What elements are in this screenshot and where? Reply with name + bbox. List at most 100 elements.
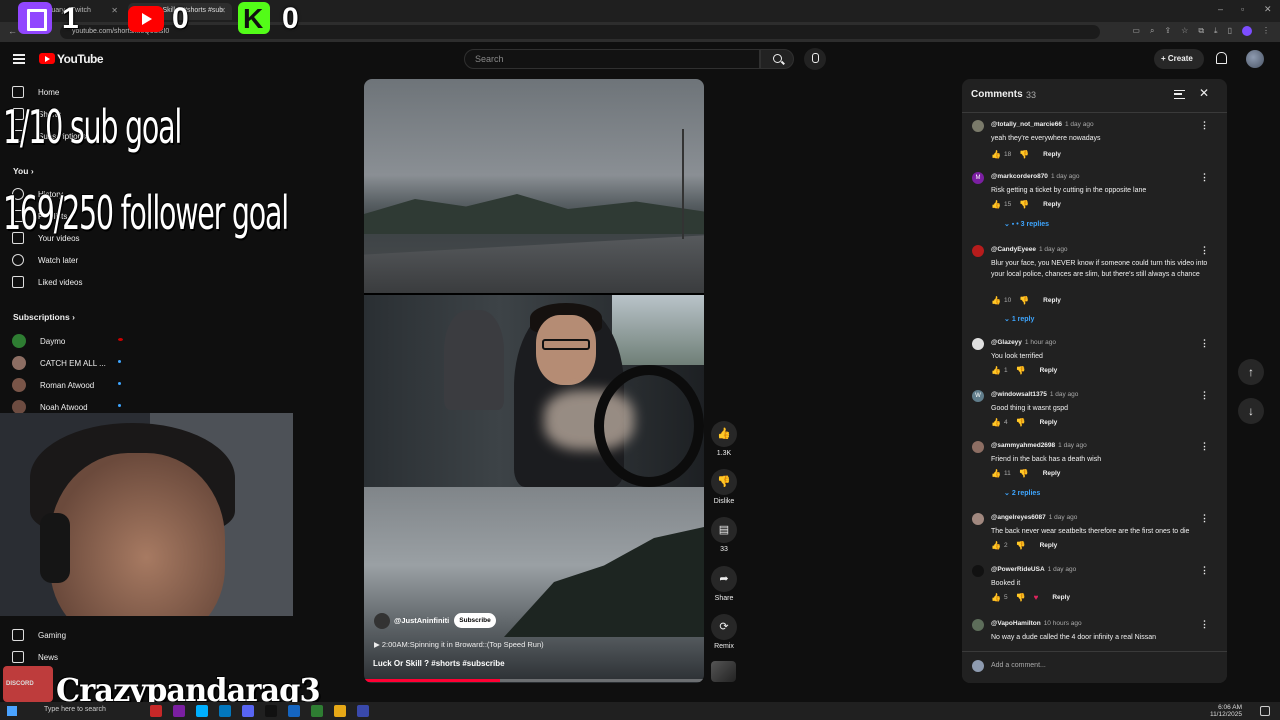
thumbs-up-icon[interactable]: 👍	[991, 593, 1001, 602]
sidebar-subscriptions-heading[interactable]: Subscriptions ›	[13, 312, 75, 322]
thumbs-down-icon[interactable]: 👎	[1019, 200, 1029, 209]
notifications-bell-icon[interactable]	[1216, 52, 1227, 64]
notification-center-icon[interactable]	[1260, 706, 1270, 716]
thumbs-up-icon[interactable]: 👍	[991, 200, 1001, 209]
reply-button[interactable]: Reply	[1040, 419, 1058, 426]
taskbar-app-icon[interactable]	[357, 705, 369, 717]
youtube-logo-text[interactable]: YouTube	[57, 52, 104, 66]
reply-button[interactable]: Reply	[1043, 470, 1061, 477]
avatar[interactable]: M	[972, 172, 984, 184]
close-icon[interactable]: ✕	[111, 6, 118, 15]
comment-author[interactable]: @VapoHamilton 10 hours ago	[991, 620, 1082, 627]
more-options-icon[interactable]: ⋮	[1200, 338, 1209, 349]
taskbar-app-icon[interactable]	[196, 705, 208, 717]
more-options-icon[interactable]: ⋮	[1200, 245, 1209, 256]
view-replies-button[interactable]: ⌄ 2 replies	[1004, 489, 1040, 497]
taskbar-app-icon[interactable]	[242, 705, 254, 717]
comments-button[interactable]: ▤ 33	[706, 517, 742, 553]
sidebar-item-sub[interactable]: Noah Atwood	[12, 400, 126, 414]
sidebar-item-liked-videos[interactable]: Liked videos	[12, 276, 82, 288]
sidebar-item-watch-later[interactable]: Watch later	[12, 254, 78, 266]
more-options-icon[interactable]: ⋮	[1200, 619, 1209, 630]
comment-author[interactable]: @sammyahmed2698 1 day ago	[991, 442, 1087, 449]
taskbar-app-icon[interactable]	[219, 705, 231, 717]
thumbs-down-icon[interactable]: 👎	[1019, 296, 1029, 305]
comment-author[interactable]: @CandyEyeee 1 day ago	[991, 246, 1068, 253]
reply-button[interactable]: Reply	[1043, 201, 1061, 208]
avatar[interactable]: W	[972, 390, 984, 402]
shorts-player[interactable]: @JustAninfiniti Subscribe ▶ 2:00AM:Spinn…	[364, 79, 704, 683]
zoom-icon[interactable]: ⌕	[1150, 26, 1154, 36]
thumbs-up-icon[interactable]: 👍	[991, 469, 1001, 478]
thumbs-down-icon[interactable]: 👎	[1019, 469, 1029, 478]
share-page-icon[interactable]: ⇪	[1164, 26, 1171, 36]
profile-icon[interactable]	[1242, 26, 1252, 36]
subscribe-button[interactable]: Subscribe	[454, 613, 496, 628]
more-options-icon[interactable]: ⋮	[1200, 513, 1209, 524]
close-icon[interactable]: ✕	[1199, 86, 1209, 100]
sidebar-item-sub[interactable]: CATCH EM ALL ...	[12, 356, 126, 370]
taskbar-clock[interactable]: 6:06 AM 11/12/2025	[1210, 704, 1242, 718]
thumbs-up-icon[interactable]: 👍	[991, 418, 1001, 427]
thumbs-up-icon[interactable]: 👍	[991, 296, 1001, 305]
microphone-icon[interactable]	[804, 48, 826, 70]
next-short-button[interactable]: ↓	[1238, 398, 1264, 424]
add-comment-row[interactable]: Add a comment...	[962, 651, 1227, 683]
dislike-button[interactable]: 👎 Dislike	[706, 469, 742, 505]
more-options-icon[interactable]: ⋮	[1200, 172, 1209, 183]
thumbs-up-icon[interactable]: 👍	[991, 541, 1001, 550]
remix-button[interactable]: ⟳ Remix	[706, 614, 742, 650]
thumbs-down-icon[interactable]: 👎	[1016, 541, 1026, 550]
avatar[interactable]	[972, 619, 984, 631]
sound-thumbnail[interactable]	[711, 661, 736, 682]
bookmark-star-icon[interactable]: ☆	[1181, 26, 1188, 36]
sidebar-item-sub[interactable]: Daymo	[12, 334, 126, 348]
comment-author[interactable]: @angelreyes6087 1 day ago	[991, 514, 1077, 521]
close-icon[interactable]: ✕	[219, 6, 226, 15]
windows-start-icon[interactable]	[7, 706, 17, 716]
video-title[interactable]: Luck Or Skill ? #shorts #subscribe	[373, 659, 505, 668]
view-replies-button[interactable]: ⌄ ▪ • 3 replies	[1004, 220, 1049, 228]
reply-button[interactable]: Reply	[1040, 367, 1058, 374]
taskbar-app-icon[interactable]	[311, 705, 323, 717]
taskbar-app-icon[interactable]	[334, 705, 346, 717]
thumbs-down-icon[interactable]: 👎	[1016, 593, 1026, 602]
url-field[interactable]: youtube.com/shorts/kfeQcUlsI0	[60, 25, 1100, 39]
like-button[interactable]: 👍 1.3K	[706, 421, 742, 457]
youtube-logo-icon[interactable]	[39, 53, 55, 64]
sidebar-item-home[interactable]: Home	[12, 86, 59, 98]
taskbar-search-input[interactable]: Type here to search	[28, 705, 138, 717]
back-icon[interactable]: ←	[8, 26, 17, 36]
minimize-icon[interactable]: –	[1218, 4, 1223, 14]
view-replies-button[interactable]: ⌄ 1 reply	[1004, 315, 1034, 323]
sort-icon[interactable]	[1174, 90, 1185, 99]
account-avatar[interactable]	[1246, 50, 1264, 68]
avatar[interactable]	[972, 565, 984, 577]
more-options-icon[interactable]: ⋮	[1200, 390, 1209, 401]
sidebar-item-gaming[interactable]: Gaming	[12, 629, 66, 641]
reply-button[interactable]: Reply	[1043, 297, 1061, 304]
cast-icon[interactable]: ▭	[1132, 26, 1140, 36]
thumbs-up-icon[interactable]: 👍	[991, 366, 1001, 375]
add-comment-input[interactable]: Add a comment...	[991, 662, 1046, 669]
sidebar-you-heading[interactable]: You ›	[13, 166, 34, 176]
music-track[interactable]: ▶ 2:00AM:Spinning it in Broward::(Top Sp…	[374, 640, 544, 649]
taskbar-app-icon[interactable]	[288, 705, 300, 717]
sidebar-panel-icon[interactable]: ▯	[1228, 26, 1232, 36]
sidebar-item-sub[interactable]: Roman Atwood	[12, 378, 126, 392]
comment-author[interactable]: @Glazeyy 1 hour ago	[991, 339, 1056, 346]
comment-author[interactable]: @totally_not_marcie66 1 day ago	[991, 121, 1094, 128]
share-button[interactable]: ➦ Share	[706, 566, 742, 602]
download-icon[interactable]: ⤓	[1214, 26, 1218, 36]
previous-short-button[interactable]: ↑	[1238, 359, 1264, 385]
avatar[interactable]	[972, 441, 984, 453]
search-icon[interactable]	[760, 49, 794, 69]
reply-button[interactable]: Reply	[1043, 151, 1061, 158]
avatar[interactable]	[972, 513, 984, 525]
avatar[interactable]	[972, 245, 984, 257]
sidebar-item-news[interactable]: News	[12, 651, 58, 663]
create-button[interactable]: + Create	[1154, 49, 1204, 69]
comment-author[interactable]: @windowsalt1375 1 day ago	[991, 391, 1078, 398]
thumbs-up-icon[interactable]: 👍	[991, 150, 1001, 159]
video-progress-bar[interactable]	[364, 679, 704, 682]
